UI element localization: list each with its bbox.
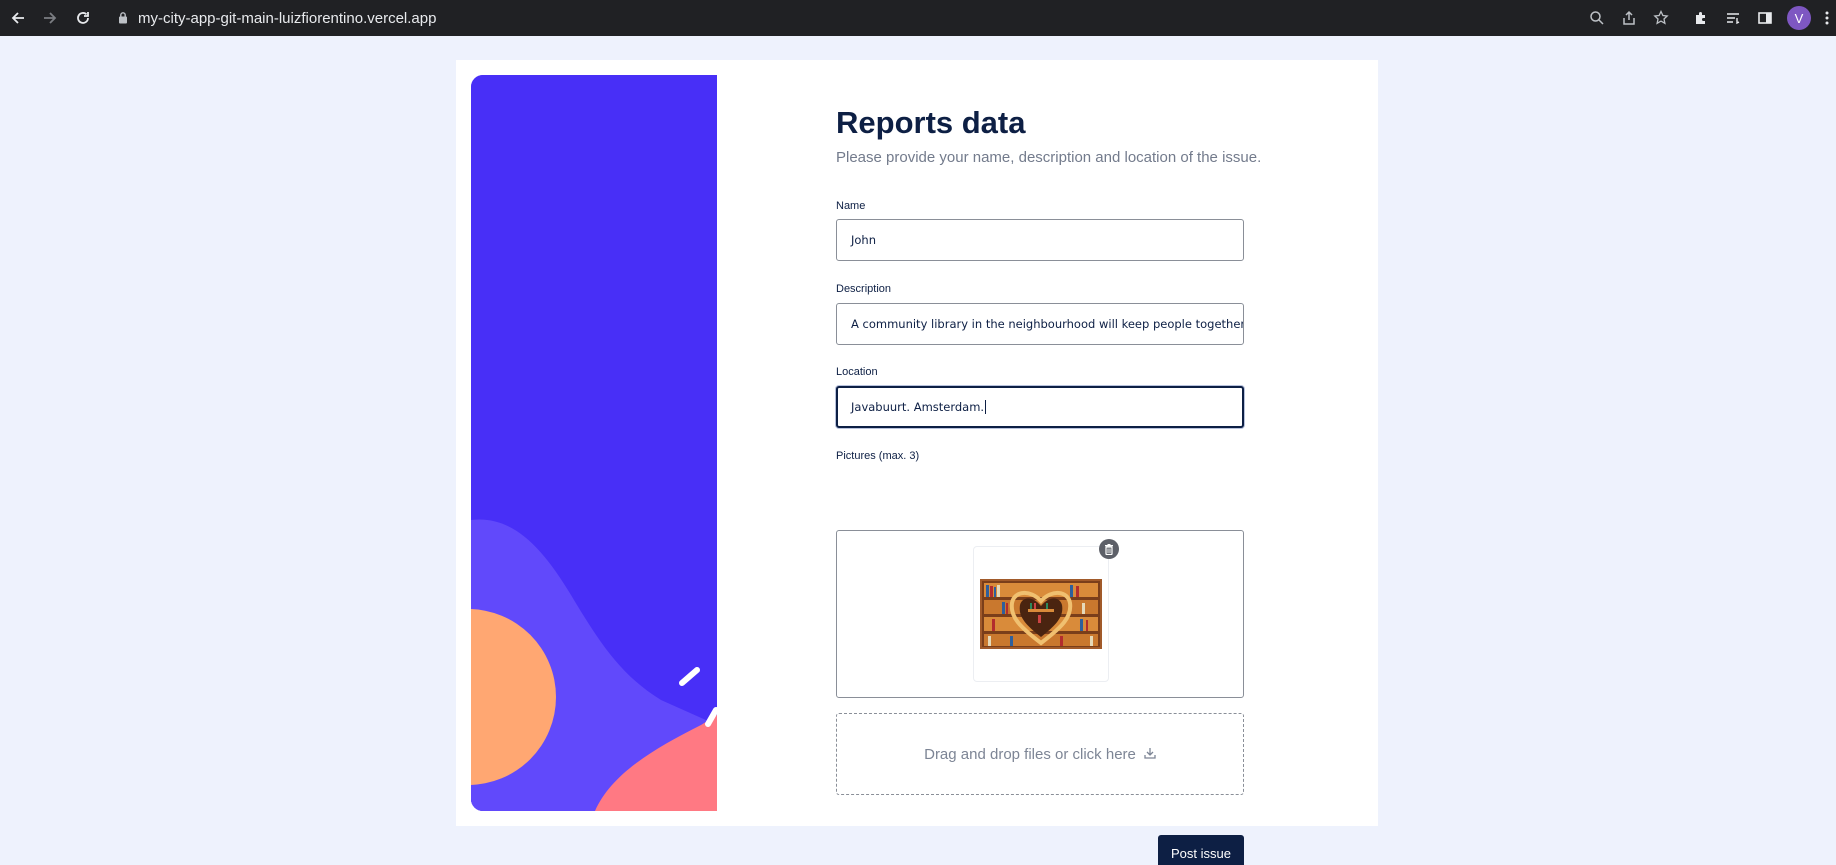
upload-icon xyxy=(1144,746,1156,763)
file-dropzone[interactable]: Drag and drop files or click here xyxy=(836,713,1244,795)
zoom-icon[interactable] xyxy=(1585,6,1609,30)
forward-icon[interactable] xyxy=(38,6,62,30)
back-icon[interactable] xyxy=(6,6,30,30)
name-value: John xyxy=(851,233,877,247)
location-label: Location xyxy=(836,366,878,378)
puzzle-icon[interactable] xyxy=(1689,6,1713,30)
decorative-illustration xyxy=(471,75,717,811)
delete-picture-button[interactable] xyxy=(1099,539,1119,559)
name-input[interactable]: John xyxy=(836,219,1244,261)
picture-thumbnail-card[interactable] xyxy=(973,546,1109,682)
location-input[interactable]: Javabuurt. Amsterdam. xyxy=(836,386,1244,428)
browser-toolbar: my-city-app-git-main-luizfiorentino.verc… xyxy=(0,0,1836,36)
lock-icon xyxy=(118,11,128,29)
post-issue-button[interactable]: Post issue xyxy=(1158,835,1244,865)
pictures-preview-area xyxy=(836,530,1244,698)
profile-avatar[interactable]: V xyxy=(1787,6,1811,30)
description-label: Description xyxy=(836,283,892,295)
description-value: A community library in the neighbourhood… xyxy=(851,317,1244,331)
share-icon[interactable] xyxy=(1617,6,1641,30)
report-card: Reports data Please provide your name, d… xyxy=(456,60,1378,865)
pictures-label: Pictures (max. 3) xyxy=(836,450,920,462)
page-title: Reports data xyxy=(836,105,1026,140)
bookshelf-thumbnail xyxy=(980,579,1102,649)
text-caret xyxy=(985,400,987,414)
name-label: Name xyxy=(836,200,866,212)
reading-list-icon[interactable] xyxy=(1721,6,1745,30)
trash-icon xyxy=(1105,543,1113,555)
dropzone-text: Drag and drop files or click here xyxy=(924,745,1136,763)
side-panel-icon[interactable] xyxy=(1753,6,1777,30)
address-bar[interactable]: my-city-app-git-main-luizfiorentino.verc… xyxy=(104,4,1584,32)
page-subtitle: Please provide your name, description an… xyxy=(836,149,1262,166)
url-text: my-city-app-git-main-luizfiorentino.verc… xyxy=(138,9,437,27)
kebab-menu-icon[interactable] xyxy=(1819,6,1835,30)
location-value: Javabuurt. Amsterdam. xyxy=(851,400,985,414)
description-input[interactable]: A community library in the neighbourhood… xyxy=(836,303,1244,345)
star-icon[interactable] xyxy=(1649,6,1673,30)
reload-icon[interactable] xyxy=(71,6,95,30)
